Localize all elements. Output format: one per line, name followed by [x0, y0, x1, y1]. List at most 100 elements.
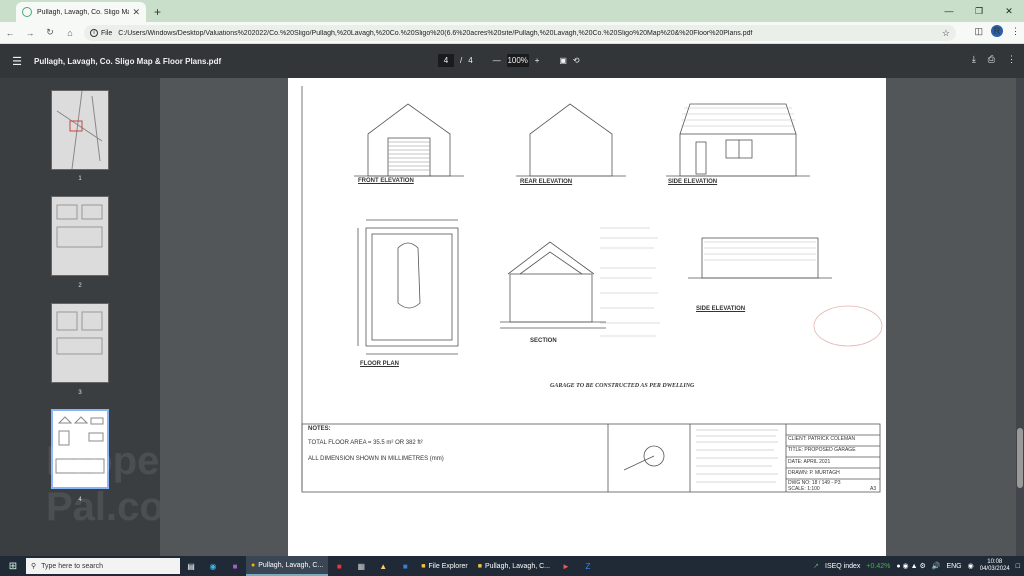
- rear-elevation-label: REAR ELEVATION: [520, 179, 573, 185]
- address-scheme: File: [101, 29, 113, 37]
- clock-date: 04/03/2024: [979, 566, 1010, 572]
- tab-strip: Pullagh, Lavagh, Co. Sligo Map ✕ + — ❐ ✕: [0, 0, 1024, 22]
- media-app-icon[interactable]: ►: [555, 562, 577, 571]
- reload-icon[interactable]: ↻: [40, 27, 60, 38]
- title-block-scale: SCALE: 1:100: [788, 486, 820, 492]
- notes-heading: NOTES:: [308, 426, 331, 432]
- taskbar-app-label: Pullagh, Lavagh, C...: [485, 562, 550, 570]
- minimize-button[interactable]: —: [934, 6, 964, 16]
- side-elevation-label: SIDE ELEVATION: [668, 179, 718, 185]
- pdf-viewer[interactable]: FRONT ELEVATION REAR ELEVATION SIDE ELEV…: [160, 78, 1024, 556]
- zoom-in-icon[interactable]: +: [535, 56, 540, 65]
- pdf-actions: ⤓ ⎙ ⋮: [972, 54, 1016, 65]
- wifi-icon[interactable]: ◉: [968, 562, 974, 570]
- rotate-icon[interactable]: ⟲: [573, 56, 580, 65]
- taskbar-app-label: File Explorer: [428, 562, 468, 570]
- page-thumbnail[interactable]: [51, 90, 109, 170]
- more-options-icon[interactable]: ⋮: [1007, 54, 1016, 65]
- section-label: SECTION: [530, 338, 557, 344]
- fit-page-icon[interactable]: ▣: [559, 56, 567, 65]
- page-separator: /: [460, 56, 463, 65]
- toolbar-right: ◫ R ⋮: [974, 25, 1020, 37]
- notifications-icon[interactable]: □: [1016, 563, 1020, 570]
- close-window-button[interactable]: ✕: [994, 6, 1024, 17]
- stock-change: +0.42%: [866, 562, 891, 570]
- globe-icon: [22, 7, 32, 17]
- taskbar-app-file-explorer[interactable]: ■ File Explorer: [416, 556, 473, 576]
- system-tray: ↗ ISEQ index +0.42% ● ◉ ▲ ⚙ 🔊 ENG ◉ 10:0…: [813, 556, 1020, 576]
- thumbnail-sidebar: 1 2 3 4 Property Pal.com: [0, 78, 211, 556]
- zoom-app-icon[interactable]: Z: [577, 562, 599, 571]
- sheet-size: A3: [870, 486, 877, 492]
- bookmark-star-icon[interactable]: ☆: [942, 28, 950, 39]
- info-icon[interactable]: i: [90, 29, 98, 37]
- thumbnail-number: 2: [78, 283, 82, 289]
- dimensions-note: ALL DIMENSION SHOWN IN MILLIMETRES (mm): [308, 456, 444, 462]
- title-block-drawn: DRAWN: P. MURTAGH: [788, 470, 840, 476]
- total-floor-area: TOTAL FLOOR AREA = 35.5 m² OR 382 ft²: [308, 440, 423, 446]
- word-icon[interactable]: ■: [394, 562, 416, 571]
- taskbar-search[interactable]: ⚲ Type here to search: [26, 558, 180, 574]
- print-icon[interactable]: ⎙: [988, 54, 995, 65]
- pdf-toolbar: ☰ Pullagh, Lavagh, Co. Sligo Map & Floor…: [0, 44, 1024, 78]
- sidepanel-icon[interactable]: ◫: [974, 26, 983, 37]
- title-block-title: TITLE: PROPOSED GARAGE: [788, 447, 856, 453]
- thumbnail-number: 3: [78, 390, 82, 396]
- screen: Pullagh, Lavagh, Co. Sligo Map ✕ + — ❐ ✕…: [0, 0, 1024, 576]
- tab-title: Pullagh, Lavagh, Co. Sligo Map: [37, 8, 130, 16]
- title-block-client: CLIENT: PATRICK COLEMAN: [788, 436, 856, 442]
- title-block-date: DATE: APRIL 2021: [788, 459, 831, 465]
- back-arrow-icon[interactable]: ←: [0, 28, 20, 38]
- language-indicator[interactable]: ENG: [946, 563, 961, 570]
- vertical-scrollbar[interactable]: [1016, 78, 1024, 556]
- map-thumbnail-image: [52, 90, 108, 170]
- scrollbar-thumb[interactable]: [1017, 428, 1023, 488]
- address-bar[interactable]: i File C:/Users/Windows/Desktop/Valuatio…: [84, 25, 956, 41]
- floor-plan-label: FLOOR PLAN: [360, 361, 399, 367]
- stock-chart-icon: ↗: [813, 563, 819, 570]
- forward-arrow-icon[interactable]: →: [20, 28, 40, 38]
- zoom-level-input[interactable]: 100%: [506, 54, 529, 67]
- address-url[interactable]: C:/Users/Windows/Desktop/Valuations%2020…: [118, 30, 942, 37]
- current-page-input[interactable]: 4: [438, 54, 454, 67]
- plan-thumbnail-image: [52, 197, 108, 275]
- page-thumbnail[interactable]: [51, 303, 109, 383]
- front-elevation-label: FRONT ELEVATION: [358, 178, 414, 184]
- zoom-out-icon[interactable]: —: [493, 56, 501, 65]
- new-tab-button[interactable]: +: [154, 5, 161, 19]
- search-icon: ⚲: [31, 563, 37, 570]
- chrome-icon: ●: [251, 561, 256, 569]
- windows-taskbar: ⊞ ⚲ Type here to search ▤ ◉ ■ ● Pullagh,…: [0, 556, 1024, 576]
- download-icon[interactable]: ⤓: [972, 54, 976, 65]
- folder-icon: ■: [421, 562, 426, 570]
- pdf-app-icon[interactable]: ■: [328, 562, 350, 571]
- windows-start-icon[interactable]: ⊞: [0, 561, 26, 572]
- task-view-icon[interactable]: ▤: [180, 562, 202, 571]
- pdf-document-title: Pullagh, Lavagh, Co. Sligo Map & Floor P…: [34, 56, 222, 66]
- search-placeholder: Type here to search: [41, 562, 104, 570]
- tray-icons[interactable]: ● ◉ ▲ ⚙: [896, 562, 925, 570]
- page-controls: 4 / 4 — 100% + ▣ ⟲: [438, 54, 580, 67]
- clock-time: 10:08: [987, 559, 1003, 565]
- paint-icon[interactable]: ▲: [372, 562, 394, 571]
- browser-tab[interactable]: Pullagh, Lavagh, Co. Sligo Map ✕: [16, 2, 146, 22]
- taskbar-app-chrome[interactable]: ● Pullagh, Lavagh, C...: [246, 556, 329, 576]
- stock-name[interactable]: ISEQ index: [825, 563, 860, 570]
- taskbar-app-folder[interactable]: ■ Pullagh, Lavagh, C...: [473, 556, 555, 576]
- home-icon[interactable]: ⌂: [60, 28, 80, 38]
- pdf-page: FRONT ELEVATION REAR ELEVATION SIDE ELEV…: [288, 78, 886, 556]
- plan-thumbnail-image: [52, 304, 108, 382]
- hamburger-menu-icon[interactable]: ☰: [0, 55, 34, 68]
- close-tab-icon[interactable]: ✕: [132, 7, 140, 18]
- taskbar-app-label: Pullagh, Lavagh, C...: [258, 561, 324, 569]
- volume-icon[interactable]: 🔊: [932, 562, 941, 570]
- onenote-icon[interactable]: ■: [224, 562, 246, 571]
- edge-icon[interactable]: ◉: [202, 562, 224, 571]
- kebab-menu-icon[interactable]: ⋮: [1011, 26, 1020, 37]
- page-thumbnail[interactable]: [51, 196, 109, 276]
- calculator-icon[interactable]: ▦: [350, 562, 372, 571]
- folder-icon: ■: [477, 562, 482, 570]
- clock[interactable]: 10:08 04/03/2024: [980, 559, 1010, 573]
- profile-avatar[interactable]: R: [991, 25, 1003, 37]
- restore-button[interactable]: ❐: [964, 6, 994, 17]
